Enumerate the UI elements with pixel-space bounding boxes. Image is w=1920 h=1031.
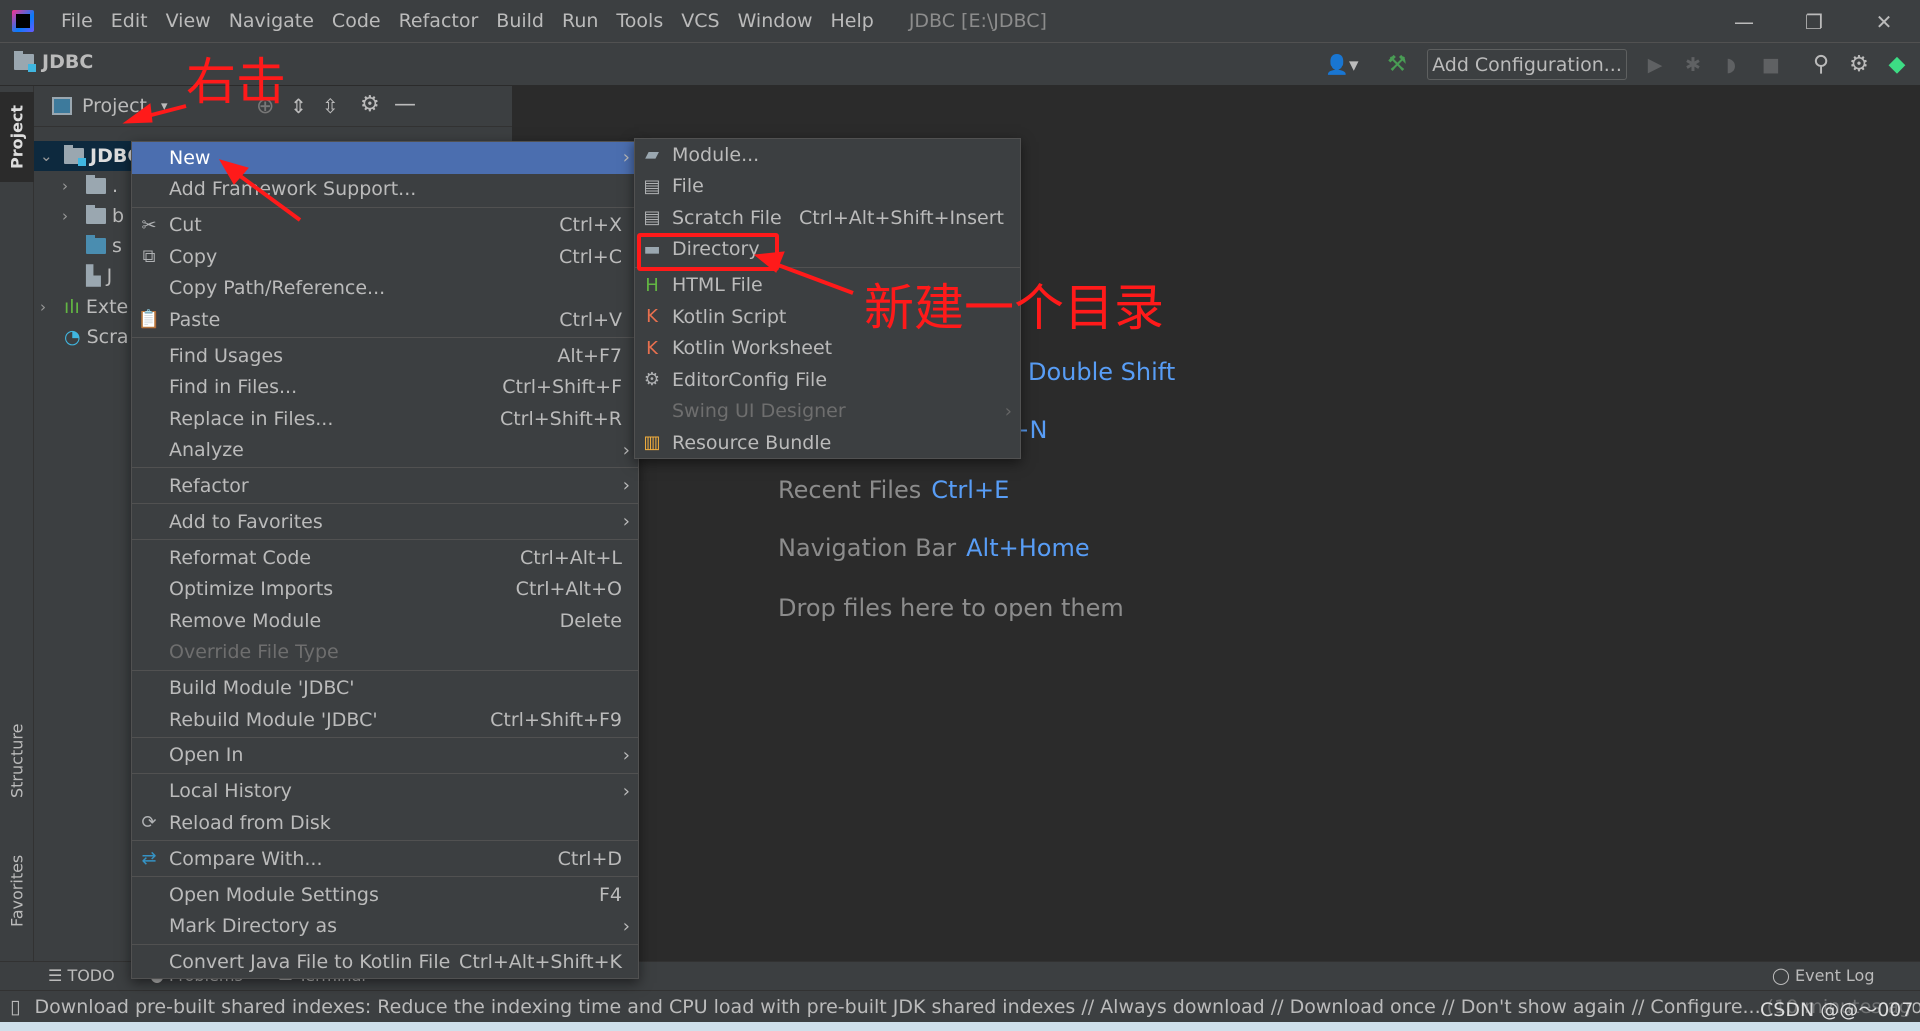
annotation-arrows bbox=[122, 103, 854, 295]
arrow-head bbox=[122, 103, 153, 124]
arrow-head bbox=[753, 251, 785, 273]
arrow-to-new bbox=[230, 168, 302, 222]
arrow-to-directory bbox=[769, 260, 854, 295]
